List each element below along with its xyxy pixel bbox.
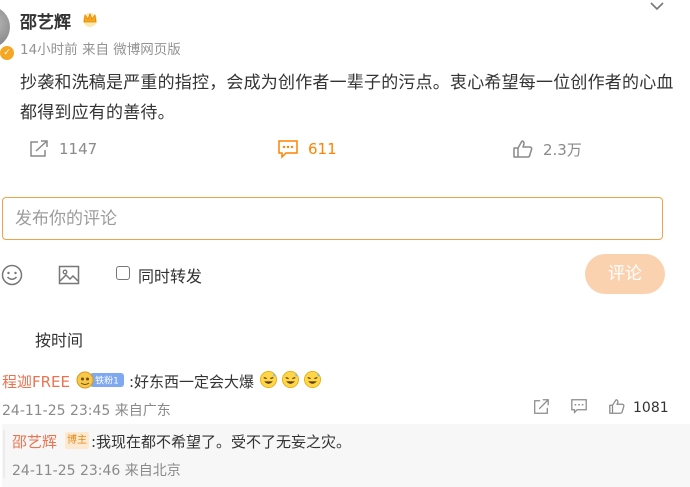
comment-count: 611 [308, 140, 337, 158]
comment-input[interactable] [3, 198, 662, 239]
crown-icon [83, 12, 97, 27]
author-badge: 博主 [65, 432, 89, 449]
sort-by-time-tab[interactable]: 按时间 [35, 327, 83, 351]
grin-sweat-emoji [260, 371, 277, 388]
image-icon[interactable] [57, 263, 81, 287]
post-author-name[interactable]: 邵艺辉 [20, 8, 71, 33]
comment-like-icon[interactable] [608, 398, 626, 416]
grin-sweat-emoji [304, 371, 321, 388]
fan-badge: 铁粉1 [76, 371, 124, 389]
grin-sweat-emoji [282, 371, 299, 388]
like-icon [513, 140, 533, 158]
reply-author-name[interactable]: 邵艺辉 [12, 431, 57, 452]
like-button[interactable]: 2.3万 [512, 136, 582, 162]
comment-repost-icon[interactable] [532, 398, 550, 416]
fan-badge-label: 铁粉1 [95, 375, 119, 387]
author-avatar[interactable] [0, 6, 10, 48]
reply-time-location: 24-11-25 23:46 来自北京 [12, 463, 181, 479]
submit-comment-button[interactable]: 评论 [585, 254, 665, 294]
comment-icon [278, 140, 298, 159]
verified-badge-icon: ✓ [0, 44, 16, 62]
post-meta: 14小时前 来自 微博网页版 [20, 42, 181, 58]
reply-text: :我现在都不希望了。受不了无妄之灾。 [91, 433, 352, 451]
comment-reply-icon[interactable] [570, 398, 588, 416]
comment-input-box[interactable] [2, 197, 663, 240]
repost-button[interactable]: 1147 [28, 136, 97, 162]
emoji-icon[interactable] [0, 263, 24, 287]
post-content: 抄袭和洗稿是严重的指控，会成为创作者一辈子的污点。衷心希望每一位创作者的心血都得… [20, 73, 674, 123]
like-count: 2.3万 [543, 140, 582, 159]
sync-repost-label[interactable]: 同时转发 [138, 263, 202, 287]
comment-text: :好东西一定会大爆 [129, 373, 255, 391]
repost-icon [30, 140, 48, 157]
repost-count: 1147 [59, 140, 98, 158]
comment-author-name[interactable]: 程迦FREE [2, 371, 70, 392]
comment-like-count: 1081 [633, 400, 669, 416]
sync-repost-checkbox[interactable] [116, 266, 130, 280]
reply-divider [3, 430, 5, 478]
chevron-down-icon[interactable] [648, 0, 666, 14]
comment-time-location: 24-11-25 23:45 来自广东 [2, 403, 171, 419]
comment-button[interactable]: 611 [277, 136, 337, 162]
